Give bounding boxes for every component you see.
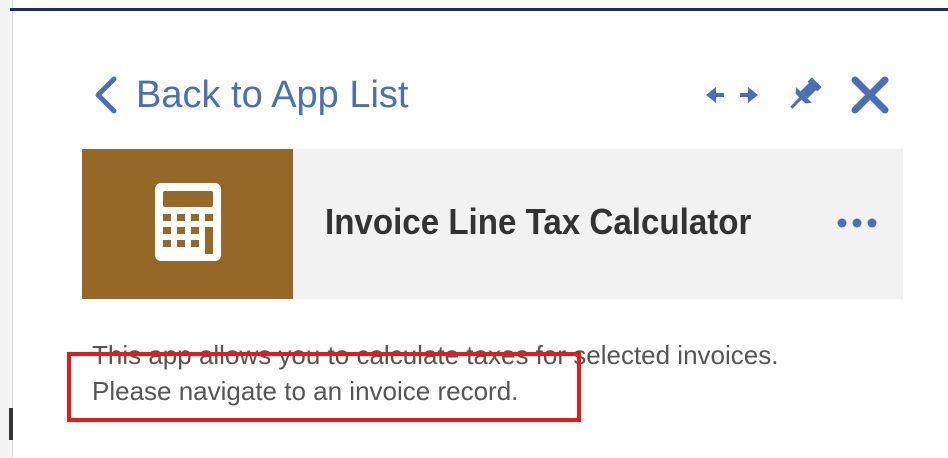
app-tile [82, 149, 293, 299]
app-panel: Back to App List Invoice Line Tax Calcul… [0, 0, 948, 458]
app-description: This app allows you to calculate taxes f… [92, 337, 912, 409]
more-horizontal-icon [837, 215, 877, 233]
top-border [10, 8, 948, 11]
app-card[interactable]: Invoice Line Tax Calculator [82, 149, 903, 299]
app-title: Invoice Line Tax Calculator [325, 201, 752, 242]
left-gutter [0, 0, 13, 458]
chevron-left-icon [92, 75, 122, 115]
description-line-1: This app allows you to calculate taxes f… [92, 340, 779, 370]
description-line-2: Please navigate to an invoice record. [92, 376, 519, 406]
back-to-app-list-link[interactable]: Back to App List [92, 70, 409, 120]
back-link-label: Back to App List [136, 73, 409, 116]
close-icon[interactable] [850, 75, 890, 115]
calculator-icon [154, 182, 221, 266]
panel-header-actions [706, 70, 890, 120]
expand-arrows-icon[interactable] [706, 83, 758, 107]
pin-icon[interactable] [784, 75, 824, 115]
more-options-button[interactable] [835, 209, 879, 239]
left-edge-marker [9, 408, 13, 440]
